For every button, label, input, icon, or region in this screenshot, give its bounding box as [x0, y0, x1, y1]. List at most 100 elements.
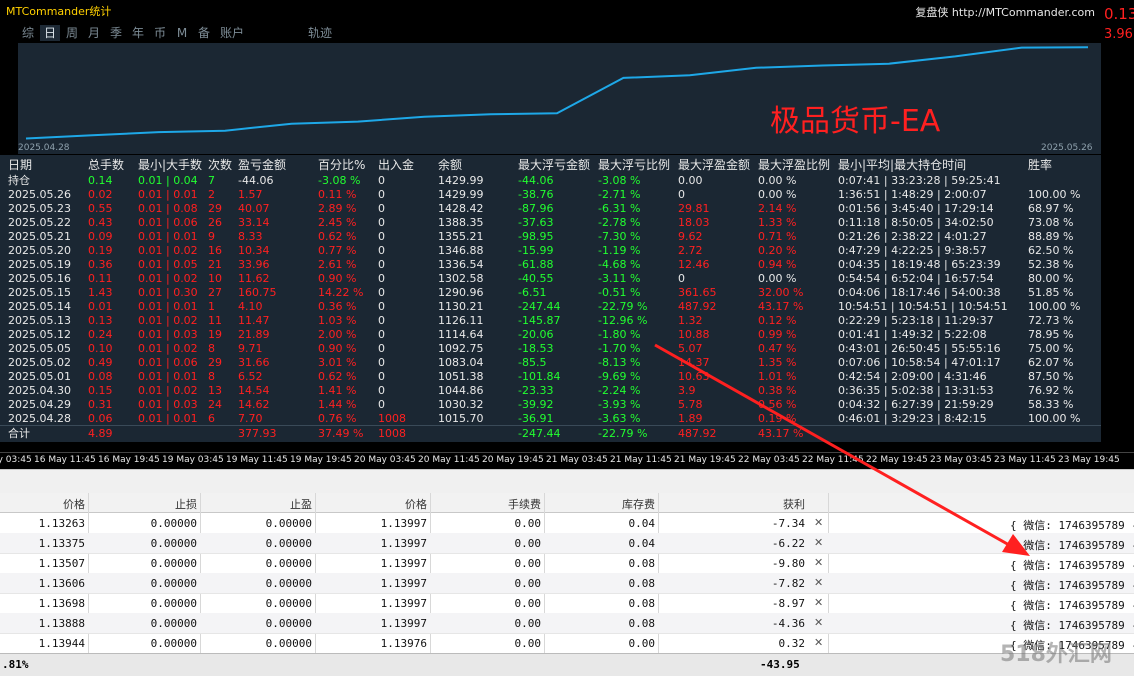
tab-5[interactable]: 年	[128, 25, 148, 41]
stats-header-4: 盈亏金额	[238, 158, 287, 172]
stats-header-12: 最小|平均|最大持仓时间	[838, 158, 967, 172]
trade-row[interactable]: 1.13698 0.00000 0.00000 1.13997 0.00 0.08 -8.9…	[0, 593, 1134, 614]
stats-cell: 16	[208, 244, 222, 257]
tab-2[interactable]: 周	[62, 25, 82, 41]
price-scale-value-1: 0.13	[1104, 5, 1134, 23]
stats-cell: -9.69 %	[598, 370, 641, 383]
time-label: 21 May 19:45	[674, 455, 736, 465]
stats-cell: 0.01 | 0.06	[138, 216, 198, 229]
trade-header-0[interactable]: 价格	[0, 496, 85, 512]
trade-price: 1.13997	[380, 617, 427, 630]
trade-header-3[interactable]: 价格	[327, 496, 427, 512]
close-order-icon[interactable]: ✕	[814, 556, 823, 569]
stats-header-8: 最大浮亏金额	[518, 158, 591, 172]
stats-cell: -3.93 %	[598, 398, 641, 411]
time-label: 19 May 19:45	[290, 455, 352, 465]
tab-10[interactable]: 轨迹	[304, 25, 336, 41]
stats-cell: -98.95	[518, 230, 554, 243]
stats-cell: 1290.96	[438, 286, 484, 299]
trade-row[interactable]: 1.13263 0.00000 0.00000 1.13997 0.00 0.04 -7.3…	[0, 513, 1134, 534]
stats-cell: 361.65	[678, 286, 717, 299]
stats-header-6: 出入金	[378, 158, 415, 172]
stats-cell: 0:11:18 | 8:50:05 | 34:02:50	[838, 216, 994, 229]
tab-9[interactable]: 账户	[216, 25, 248, 41]
stats-cell: 0.01 | 0.03	[138, 328, 198, 341]
stats-cell: 2.14 %	[758, 202, 797, 215]
close-order-icon[interactable]: ✕	[814, 516, 823, 529]
trade-header-1[interactable]: 止损	[97, 496, 197, 512]
trade-row[interactable]: 1.13375 0.00000 0.00000 1.13997 0.00 0.04 -6.2…	[0, 533, 1134, 554]
trade-header-6[interactable]: 获利	[705, 496, 805, 512]
stats-cell: 1.32	[678, 314, 703, 327]
trade-header-5[interactable]: 库存费	[555, 496, 655, 512]
stats-cell: 0.94 %	[758, 258, 797, 271]
stats-cell: 0.11	[88, 272, 113, 285]
tab-8[interactable]: 备	[194, 25, 214, 41]
stats-cell: 0:36:35 | 5:02:38 | 13:31:53	[838, 384, 994, 397]
trade-row[interactable]: 1.13944 0.00000 0.00000 1.13976 0.00 0.00 0.32…	[0, 633, 1134, 654]
stats-cell: 1.03 %	[318, 314, 357, 327]
tab-6[interactable]: 币	[150, 25, 170, 41]
stats-cell: 0.01 | 0.01	[138, 412, 198, 425]
trade-price: 1.13997	[380, 517, 427, 530]
stats-cell: 3.01 %	[318, 356, 357, 369]
stats-cell: -40.55	[518, 272, 554, 285]
tab-1[interactable]: 日	[40, 25, 60, 41]
stats-cell: 100.00 %	[1028, 412, 1081, 425]
stats-cell: 487.92	[678, 300, 717, 313]
trade-row[interactable]: 1.13606 0.00000 0.00000 1.13997 0.00 0.08 -7.8…	[0, 573, 1134, 594]
stats-cell: 14.37	[678, 356, 710, 369]
close-order-icon[interactable]: ✕	[814, 576, 823, 589]
stats-cell: 72.73 %	[1028, 314, 1074, 327]
trade-open: 1.13606	[38, 577, 85, 590]
brand-link[interactable]: 复盘侠 http://MTCommander.com	[915, 4, 1095, 20]
tab-0[interactable]: 综	[18, 25, 38, 41]
stats-cell: -85.5	[518, 356, 547, 369]
trade-header-2[interactable]: 止盈	[212, 496, 312, 512]
trade-row[interactable]: 1.13888 0.00000 0.00000 1.13997 0.00 0.08 -4.3…	[0, 613, 1134, 634]
time-label: 23 May 11:45	[994, 455, 1056, 465]
trade-profit: -7.34	[771, 517, 805, 530]
stats-cell: 0.01 | 0.30	[138, 286, 198, 299]
stats-cell: 88.89 %	[1028, 230, 1074, 243]
stats-cell: 2025.05.02	[8, 356, 71, 369]
tab-4[interactable]: 季	[106, 25, 126, 41]
close-order-icon[interactable]: ✕	[814, 536, 823, 549]
stats-cell: 11	[208, 314, 222, 327]
stats-cell: 2.00 %	[318, 328, 357, 341]
tab-3[interactable]: 月	[84, 25, 104, 41]
stats-cell: 43.17 %	[758, 300, 804, 313]
stats-cell: 2025.05.26	[8, 188, 71, 201]
stats-cell: 2025.05.23	[8, 202, 71, 215]
stats-cell: 2025.04.28	[8, 412, 71, 425]
open-cell-10: 0.00	[678, 174, 703, 187]
open-cell-7: 1429.99	[438, 174, 484, 187]
stats-cell: 0	[378, 370, 385, 383]
trade-header-4[interactable]: 手续费	[441, 496, 541, 512]
stats-cell: 9.71	[238, 342, 263, 355]
close-order-icon[interactable]: ✕	[814, 616, 823, 629]
time-label: 21 May 03:45	[546, 455, 608, 465]
stats-cell: 0.19 %	[758, 412, 797, 425]
stats-cell: 2025.04.30	[8, 384, 71, 397]
close-order-icon[interactable]: ✕	[814, 596, 823, 609]
trade-swap: 0.08	[628, 597, 656, 610]
close-order-icon[interactable]: ✕	[814, 636, 823, 649]
stats-cell: 40.07	[238, 202, 270, 215]
stats-cell: 0	[378, 272, 385, 285]
stats-cell: 2025.05.16	[8, 272, 71, 285]
stats-cell: 0.13	[88, 314, 113, 327]
trade-row[interactable]: 1.13507 0.00000 0.00000 1.13997 0.00 0.08 -9.8…	[0, 553, 1134, 574]
terminal-splitter[interactable]	[0, 469, 1134, 494]
title-bar: MTCommander统计 复盘侠 http://MTCommander.com	[0, 0, 1101, 22]
stats-cell: 0	[378, 244, 385, 257]
stats-header-3: 次数	[208, 158, 233, 172]
time-label: 22 May 19:45	[866, 455, 928, 465]
tab-7[interactable]: M	[172, 25, 192, 41]
trade-sl: 0.00000	[150, 537, 197, 550]
stats-cell: 1126.11	[438, 314, 484, 327]
stats-cell: 1083.04	[438, 356, 484, 369]
stats-cell: 14.22 %	[318, 286, 364, 299]
stats-cell: 0.11 %	[318, 188, 357, 201]
stats-cell: 0.38 %	[758, 384, 797, 397]
